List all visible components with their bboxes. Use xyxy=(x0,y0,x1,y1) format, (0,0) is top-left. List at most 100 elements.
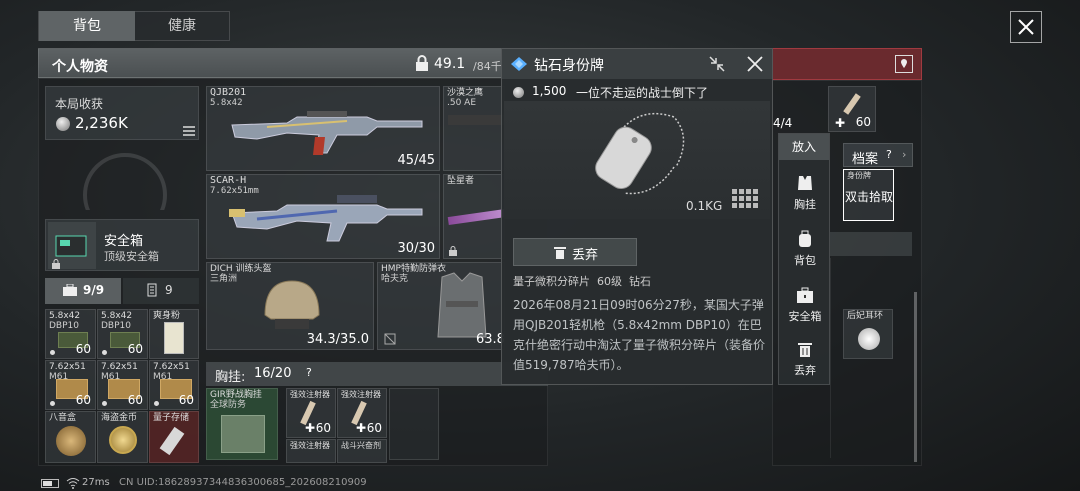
item-count: 60 xyxy=(75,393,91,407)
close-icon xyxy=(1018,19,1034,35)
pistol-icon xyxy=(448,115,504,125)
dot-icon xyxy=(50,350,55,355)
tab-backpack[interactable]: 背包 xyxy=(39,11,135,41)
item-name: 战斗兴奋剂 xyxy=(341,441,381,450)
plus-icon: ✚ xyxy=(835,116,846,130)
vest-icon xyxy=(147,283,157,300)
rig-slot[interactable]: 战斗兴奋剂 xyxy=(337,439,387,463)
action-discard[interactable]: 丢弃 xyxy=(779,340,831,378)
rig-sub: 全球防务 xyxy=(210,400,247,410)
item-name: 八音盒 xyxy=(49,413,77,423)
collapse-icon[interactable] xyxy=(708,55,726,76)
pocket-slot[interactable]: 7.62x51 M61 60 xyxy=(97,360,148,410)
armor-slot[interactable]: HMP特勤防弹衣 哈夫克 63.8 xyxy=(377,262,505,350)
detail-price: 1,500 xyxy=(532,84,567,98)
coin-icon xyxy=(56,117,70,131)
price-coin-icon xyxy=(513,87,524,98)
rig-slot[interactable]: 强效注射器 ✚ 60 xyxy=(337,388,387,438)
tab-health[interactable]: 健康 xyxy=(135,11,229,41)
close-button[interactable] xyxy=(1010,11,1042,43)
armor-maker: 哈夫克 xyxy=(381,274,409,284)
detail-close-icon[interactable] xyxy=(746,55,764,76)
no-repair-icon xyxy=(384,333,396,348)
weapon-slot-secondary[interactable]: SCAR-H 7.62x51mm 30/30 xyxy=(206,174,440,259)
item-name: 5.8x42 xyxy=(101,311,133,321)
loot-slot-injector[interactable]: ✚ 60 xyxy=(828,86,876,132)
action-chest[interactable]: 胸挂 xyxy=(779,174,831,212)
usb-drive-icon xyxy=(159,426,185,456)
pocket-slot[interactable]: 5.8x42 DBP10 60 xyxy=(97,309,148,359)
slot-lock-icon xyxy=(449,245,457,258)
item-name: 强效注射器 xyxy=(290,441,330,450)
item-count: 60 xyxy=(75,342,91,356)
rifle-icon xyxy=(231,111,423,155)
item-count: 60 xyxy=(855,115,871,129)
detail-discard-label: 丢弃 xyxy=(572,248,599,263)
ping-value: 27ms xyxy=(82,477,110,488)
pocket-slot[interactable]: 7.62x51 M61 60 xyxy=(45,360,96,410)
detail-title: 钻石身份牌 xyxy=(534,58,604,74)
action-backpack[interactable]: 背包 xyxy=(779,230,831,268)
action-safe[interactable]: 安全箱 xyxy=(779,286,831,324)
trash-icon xyxy=(798,343,812,357)
rig-slot[interactable]: 强效注射器 xyxy=(286,439,336,463)
item-count: 60 xyxy=(366,421,382,435)
pocket-slot[interactable]: 量子存储 xyxy=(149,411,199,463)
item-sub: DBP10 xyxy=(49,321,79,331)
weapon-name: 沙漠之鹰 xyxy=(447,88,484,98)
uid-text: CN UID:18628937344836300685_202608210909 xyxy=(119,477,367,488)
helmet-name: DICH 训练头盔 xyxy=(210,264,272,274)
trash-icon xyxy=(554,245,566,262)
weapon-name: 坠星者 xyxy=(447,176,475,186)
list-icon[interactable] xyxy=(183,125,195,139)
vest-armor-icon xyxy=(437,272,487,338)
chest-rig-slot[interactable]: GIR野战胸挂 全球防务 xyxy=(206,388,278,460)
helmet-slot[interactable]: DICH 训练头盔 三角洲 34.3/35.0 xyxy=(206,262,374,350)
safe-box-card[interactable]: 安全箱 顶级安全箱 xyxy=(45,219,199,271)
rifle-icon xyxy=(229,195,423,242)
rig-slot-empty[interactable] xyxy=(389,388,439,460)
detail-discard-button[interactable]: 丢弃 xyxy=(513,238,637,266)
chest-rig-label: 胸挂: xyxy=(215,370,246,385)
dog-tag-slot[interactable]: 身份牌 双击拾取 xyxy=(843,169,894,221)
dog-tag-icon xyxy=(595,112,685,195)
pocket-slot[interactable]: 7.62x51 M61 60 xyxy=(149,360,199,410)
knife-icon xyxy=(447,209,504,225)
item-name: 量子存储 xyxy=(153,413,190,423)
pocket-count-a: 9/9 xyxy=(83,283,105,297)
loot-panel-header xyxy=(772,48,922,80)
pocket-count-b: 9 xyxy=(165,283,173,297)
loot-slot-earrings[interactable]: 后妃耳环 xyxy=(843,309,893,359)
safe-box-subtitle: 顶级安全箱 xyxy=(104,250,159,263)
item-name: 后妃耳环 xyxy=(847,311,884,321)
toolbox-icon xyxy=(63,283,77,299)
tag-action: 双击拾取 xyxy=(845,190,894,204)
chest-rig-help[interactable]: ? xyxy=(306,366,312,379)
archive-button[interactable]: 档案 ? › xyxy=(843,143,913,167)
action-menu: 放入 胸挂 背包 安全箱 丢弃 xyxy=(778,133,830,385)
pocket-slot[interactable]: 5.8x42 DBP10 60 xyxy=(45,309,96,359)
loot-count: 4/4 xyxy=(773,116,793,130)
weapon-slot-primary[interactable]: QJB201 5.8x42 45/45 xyxy=(206,86,440,171)
pocket-tab-b[interactable]: 9 xyxy=(123,278,199,304)
pocket-slot[interactable]: 八音盒 xyxy=(45,411,96,463)
helmet-durability: 34.3/35.0 xyxy=(306,332,369,347)
item-name: 强效注射器 xyxy=(290,390,330,399)
action-safe-label: 安全箱 xyxy=(788,310,822,323)
pocket-slot[interactable]: 海盗金币 xyxy=(97,411,148,463)
weapon-slot-sidearm[interactable]: 沙漠之鹰 .50 AE xyxy=(443,86,505,171)
loot-scrollbar[interactable] xyxy=(914,292,917,462)
pocket-tab-a[interactable]: 9/9 xyxy=(45,278,121,304)
dot-icon xyxy=(102,401,107,406)
map-pin-icon[interactable] xyxy=(895,55,913,73)
music-box-icon xyxy=(56,426,86,456)
plus-icon: ✚ xyxy=(305,421,316,435)
dot-icon xyxy=(154,401,159,406)
rig-name: GIR野战胸挂 xyxy=(210,390,262,400)
pocket-slot[interactable]: 爽身粉 xyxy=(149,309,199,359)
melee-slot[interactable]: 坠星者 xyxy=(443,174,505,259)
rig-slot[interactable]: 强效注射器 ✚ 60 xyxy=(286,388,336,438)
item-sub: DBP10 xyxy=(101,321,131,331)
detail-description: 2026年08月21日09时06分27秒，某国大子弹用QJB201轻机枪（5.8… xyxy=(513,298,766,372)
rig-icon xyxy=(221,415,265,453)
